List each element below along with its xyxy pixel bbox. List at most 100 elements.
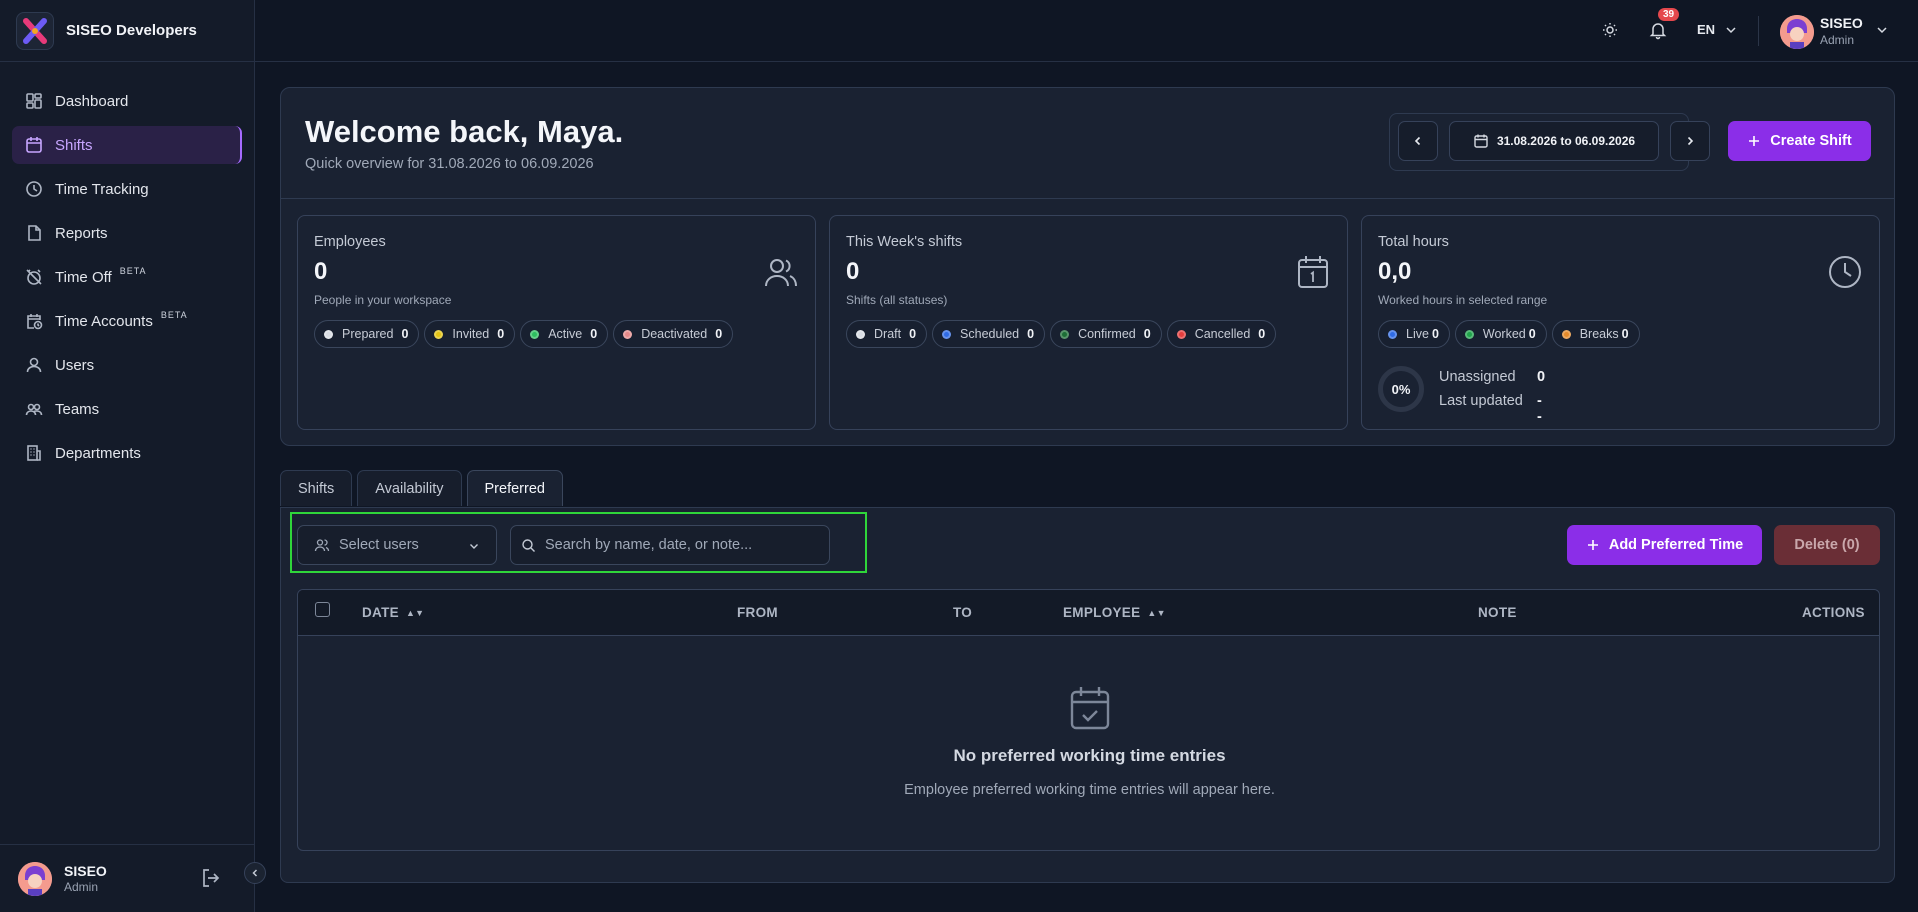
sidebar-item-users[interactable]: Users	[12, 346, 242, 384]
pill-draft[interactable]: Draft 0	[846, 320, 928, 348]
calendar-day-icon	[1295, 254, 1331, 295]
app-root: SISEO Developers Dashboard Shifts Time T…	[0, 0, 1918, 912]
tab-availability[interactable]: Availability	[357, 470, 462, 506]
column-header-note: NOTE	[1478, 605, 1517, 620]
logout-icon[interactable]	[200, 867, 222, 894]
previous-week-button[interactable]	[1398, 121, 1438, 161]
pill-label: Confirmed	[1078, 327, 1136, 341]
chevron-left-icon	[252, 869, 258, 877]
status-dot	[1388, 329, 1397, 339]
pill-invited[interactable]: Invited 0	[424, 320, 516, 348]
app-logo[interactable]	[16, 11, 54, 50]
users-icon	[763, 254, 799, 295]
stat-subtitle: Worked hours in selected range	[1378, 293, 1548, 307]
brand-name: SISEO Developers	[66, 22, 197, 39]
column-header-to: TO	[953, 605, 973, 620]
pill-deactivated[interactable]: Deactivated 0	[613, 320, 734, 348]
user-role: Admin	[64, 879, 99, 894]
sidebar-item-teams[interactable]: Teams	[12, 390, 242, 428]
sidebar-item-dashboard[interactable]: Dashboard	[12, 82, 242, 120]
pill-count: 0	[1143, 327, 1151, 341]
user-icon	[24, 355, 44, 375]
column-label: DATE	[362, 605, 399, 620]
stat-subtitle: People in your workspace	[314, 293, 452, 307]
status-dot	[856, 329, 865, 339]
page-title: Welcome back, Maya.	[305, 114, 624, 149]
select-all-checkbox[interactable]	[315, 602, 330, 617]
select-users-dropdown[interactable]: Select users	[297, 525, 497, 565]
sidebar-item-label: Time Off	[55, 268, 112, 286]
alarm-off-icon	[24, 267, 44, 287]
topbar-user-info[interactable]: SISEO Admin	[1820, 15, 1863, 49]
add-preferred-time-button[interactable]: Add Preferred Time	[1567, 525, 1762, 565]
column-header-employee[interactable]: EMPLOYEE ▲▼	[1063, 605, 1166, 620]
tab-shifts[interactable]: Shifts	[280, 470, 353, 506]
pill-live[interactable]: Live 0	[1378, 320, 1450, 348]
add-preferred-time-label: Add Preferred Time	[1608, 537, 1744, 553]
sidebar-item-time-tracking[interactable]: Time Tracking	[12, 170, 242, 208]
chevron-down-icon[interactable]	[1724, 23, 1738, 42]
stat-value: 0,0	[1378, 258, 1412, 285]
pill-worked[interactable]: Worked 0	[1454, 320, 1547, 348]
pill-label: Active	[548, 327, 583, 341]
avatar[interactable]	[1780, 15, 1814, 49]
pill-breaks[interactable]: Breaks 0	[1551, 320, 1640, 348]
notification-count-badge: 39	[1658, 8, 1680, 21]
sidebar-item-label: Time Tracking	[55, 180, 149, 198]
status-dot	[530, 329, 540, 339]
sidebar-item-label: Reports	[55, 224, 108, 242]
pill-count: 0	[497, 327, 505, 341]
user-menu-chevron-icon[interactable]	[1875, 23, 1889, 42]
beta-badge: BETA	[119, 266, 147, 276]
notification-bell-icon[interactable]	[1648, 20, 1668, 45]
column-header-actions: ACTIONS	[1802, 605, 1865, 620]
delete-button[interactable]: Delete (0)	[1774, 525, 1880, 565]
sidebar-user: SISEO Admin	[0, 844, 254, 912]
user-role: Admin	[1820, 33, 1855, 47]
tab-preferred[interactable]: Preferred	[466, 470, 563, 506]
table-header: DATE ▲▼ FROM TO EMPLOYEE ▲▼ NOTE ACTIONS	[298, 590, 1879, 636]
sidebar-item-label: Dashboard	[55, 92, 129, 110]
overview-subtitle: Quick overview for 31.08.2026 to 06.09.2…	[305, 156, 594, 172]
empty-state-subtitle: Employee preferred working time entries …	[904, 782, 1275, 798]
shift-status-pills: Draft 0 Scheduled 0 Confirmed 0 Cancelled 0	[846, 320, 1281, 348]
avatar[interactable]	[18, 861, 52, 896]
pill-count: 0	[1258, 327, 1266, 341]
sidebar-item-time-accounts[interactable]: Time Accounts BETA	[12, 302, 242, 340]
pill-cancelled[interactable]: Cancelled 0	[1166, 320, 1277, 348]
pill-scheduled[interactable]: Scheduled 0	[932, 320, 1046, 348]
sort-icon: ▲▼	[1147, 608, 1166, 618]
theme-toggle-sun-icon[interactable]	[1600, 20, 1620, 45]
user-name: SISEO	[1820, 15, 1863, 31]
stat-title: This Week's shifts	[846, 234, 963, 250]
employee-status-pills: Prepared 0 Invited 0 Active 0 Deactivated 0	[314, 320, 738, 348]
sidebar-item-time-off[interactable]: Time Off BETA	[12, 258, 242, 296]
pill-active[interactable]: Active 0	[520, 320, 609, 348]
calendar-check-icon	[1069, 685, 1111, 736]
preferred-panel: Select users Add Preferred Time Delete (…	[280, 507, 1895, 883]
pill-count: 0	[715, 327, 723, 341]
collapse-sidebar-button[interactable]	[244, 862, 266, 884]
sidebar-item-reports[interactable]: Reports	[12, 214, 242, 252]
sidebar-item-shifts[interactable]: Shifts	[12, 126, 242, 164]
pill-prepared[interactable]: Prepared 0	[314, 320, 420, 348]
pill-count: 0	[401, 327, 409, 341]
view-tabs: Shifts Availability Preferred	[280, 470, 568, 506]
language-selector[interactable]: EN	[1697, 22, 1715, 37]
search-input[interactable]	[545, 537, 815, 553]
status-dot	[623, 329, 633, 339]
sidebar-user-info: SISEO Admin	[64, 863, 107, 895]
building-icon	[24, 443, 44, 463]
column-header-date[interactable]: DATE ▲▼	[362, 605, 424, 620]
sidebar-item-departments[interactable]: Departments	[12, 434, 242, 472]
create-shift-button[interactable]: Create Shift	[1728, 121, 1871, 161]
beta-badge: BETA	[160, 310, 188, 320]
pill-confirmed[interactable]: Confirmed 0	[1050, 320, 1162, 348]
status-dot	[1464, 329, 1474, 339]
pill-count: 0	[1431, 327, 1439, 341]
date-range-picker[interactable]: 31.08.2026 to 06.09.2026	[1449, 121, 1659, 161]
status-dot	[324, 329, 333, 339]
pill-count: 0	[590, 327, 598, 341]
next-week-button[interactable]	[1670, 121, 1710, 161]
status-dot	[434, 329, 444, 339]
